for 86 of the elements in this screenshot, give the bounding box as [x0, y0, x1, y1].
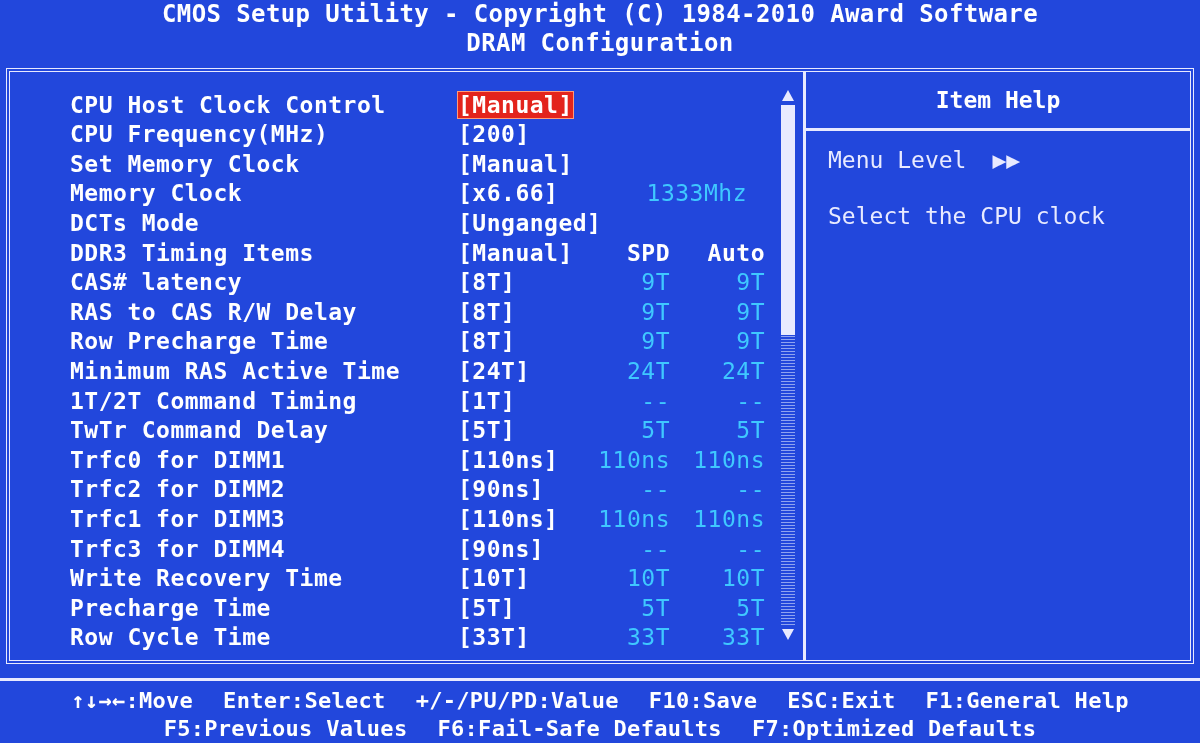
spd-value: 24T	[626, 358, 670, 385]
setting-value[interactable]: [1T]	[458, 387, 516, 414]
page-title: DRAM Configuration	[466, 29, 734, 58]
setting-label: TwTr Command Delay	[70, 417, 330, 444]
scrollbar[interactable]	[778, 89, 798, 640]
setting-value[interactable]: [90ns]	[458, 476, 545, 503]
key-hint: ESC:Exit	[787, 687, 896, 715]
key-hint: F10:Save	[648, 687, 758, 715]
setting-label: DDR3 Timing Items	[70, 239, 315, 266]
setting-value[interactable]: [10T]	[458, 565, 530, 592]
setting-value[interactable]: [8T]	[458, 298, 516, 325]
setting-value[interactable]: [x6.66]	[458, 180, 559, 207]
spd-value: 10T	[626, 565, 670, 592]
auto-value: --	[736, 387, 765, 414]
setting-value[interactable]: [200]	[458, 121, 530, 148]
setting-label: Memory Clock	[70, 180, 244, 207]
spd-value: 110ns	[598, 446, 670, 473]
setting-label: Precharge Time	[70, 594, 272, 621]
spd-value: 5T	[641, 417, 670, 444]
setting-label: Minimum RAS Active Time	[70, 358, 401, 385]
column-heading: Auto	[707, 239, 765, 266]
setting-value[interactable]: [Manual]	[458, 150, 573, 177]
key-hint: F7:Optimized Defaults	[751, 715, 1037, 743]
scrollbar-thumb[interactable]	[781, 104, 795, 335]
column-heading: SPD	[626, 239, 670, 266]
setting-label: Trfc2 for DIMM2	[70, 476, 287, 503]
setting-value[interactable]: [5T]	[458, 417, 516, 444]
spd-value: --	[641, 535, 670, 562]
setting-label: RAS to CAS R/W Delay	[70, 298, 358, 325]
auto-value: 5T	[736, 594, 765, 621]
help-title: Item Help	[806, 71, 1190, 131]
setting-label: Row Precharge Time	[70, 328, 330, 355]
setting-label: DCTs Mode	[70, 210, 201, 237]
down-arrow-icon[interactable]	[782, 628, 794, 640]
key-hint: Enter:Select	[223, 687, 386, 715]
menu-level-marker: ▶▶	[992, 146, 1021, 173]
setting-value[interactable]: [90ns]	[458, 535, 545, 562]
setting-value[interactable]: [110ns]	[458, 446, 559, 473]
setting-label: CAS# latency	[70, 269, 244, 296]
auto-value: 5T	[736, 417, 765, 444]
setting-value[interactable]: [110ns]	[458, 506, 559, 532]
spd-value: 9T	[641, 269, 670, 296]
setting-label: Write Recovery Time	[70, 565, 344, 592]
spd-value: 9T	[641, 328, 670, 355]
key-hint: F6:Fail-Safe Defaults	[437, 715, 722, 743]
auto-value: 24T	[721, 358, 765, 385]
spd-value: 33T	[626, 624, 670, 651]
setting-label: Trfc1 for DIMM3	[70, 506, 287, 532]
utility-title: CMOS Setup Utility - Copyright (C) 1984-2010 Award Software	[161, 0, 1039, 29]
spd-value: --	[641, 387, 670, 414]
setting-value[interactable]: [24T]	[458, 358, 530, 385]
menu-level-label: Menu Level	[828, 146, 967, 173]
auto-value: --	[736, 476, 765, 503]
setting-value[interactable]: [8T]	[458, 328, 516, 355]
auto-value: 33T	[721, 624, 765, 651]
setting-label: Set Memory Clock	[70, 150, 301, 177]
setting-label: 1T/2T Command Timing	[70, 387, 358, 414]
key-hint: F1:General Help	[925, 687, 1129, 715]
setting-value[interactable]: [5T]	[458, 594, 516, 621]
auto-value: --	[736, 535, 765, 562]
setting-value[interactable]: [8T]	[458, 269, 516, 296]
setting-label: Trfc0 for DIMM1	[70, 446, 287, 473]
spd-value: --	[641, 476, 670, 503]
help-description: Select the CPU clock	[828, 202, 1106, 229]
spd-value: 5T	[641, 594, 670, 621]
auto-value: 9T	[736, 328, 765, 355]
auto-value: 110ns	[693, 446, 765, 473]
setting-label: CPU Host Clock Control	[70, 91, 387, 118]
auto-value: 10T	[721, 565, 765, 592]
auto-value: 9T	[736, 298, 765, 325]
setting-value[interactable]: [Manual]	[458, 239, 573, 266]
spd-value: 9T	[641, 298, 670, 325]
key-hint: F5:Previous Values	[163, 715, 408, 743]
spd-value: 110ns	[598, 506, 670, 532]
setting-value[interactable]: [Manual]	[458, 91, 573, 118]
key-hint: +/-/PU/PD:Value	[415, 687, 619, 715]
setting-label: Trfc3 for DIMM4	[70, 535, 287, 562]
setting-value[interactable]: [33T]	[458, 624, 530, 651]
setting-value[interactable]: [Unganged]	[458, 210, 602, 237]
auto-value: 110ns	[693, 506, 765, 532]
key-hint: ↑↓→←:Move	[71, 687, 194, 715]
auto-value: 9T	[736, 269, 765, 296]
setting-label: Row Cycle Time	[70, 624, 272, 651]
setting-note: 1333Mhz	[646, 180, 748, 207]
setting-label: CPU Frequency(MHz)	[70, 121, 330, 148]
up-arrow-icon[interactable]	[782, 89, 794, 101]
